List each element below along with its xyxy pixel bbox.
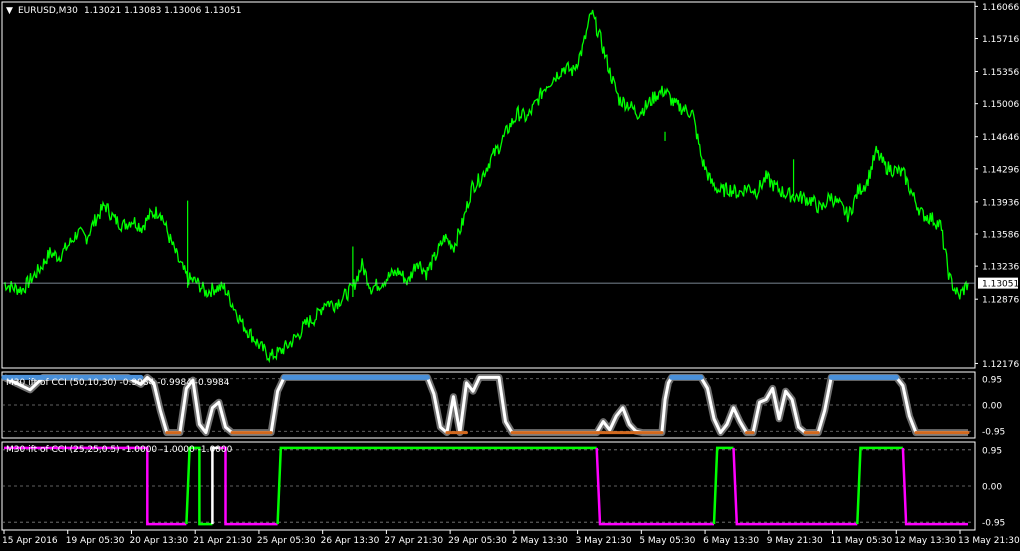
panel-frame xyxy=(1,1,976,369)
price-tick-label: 1.12876 xyxy=(982,296,1019,306)
price-tick-label: 1.12176 xyxy=(982,360,1019,370)
time-tick-label: 21 Apr 21:30 xyxy=(193,536,252,546)
time-tick-label: 6 May 13:30 xyxy=(703,536,759,546)
price-tick-label: 1.13586 xyxy=(982,231,1019,241)
symbol-label: EURUSD,M30 xyxy=(18,6,78,16)
time-tick-label: 29 Apr 05:30 xyxy=(448,536,507,546)
time-axis: 15 Apr 2016 19 Apr 05:30 20 Apr 13:30 21 Ap… xyxy=(2,530,1020,546)
time-tick-label: 15 Apr 2016 xyxy=(2,536,58,546)
indicator-2-panel[interactable] xyxy=(2,446,975,526)
indicator-tick-label: -0.95 xyxy=(982,428,1005,438)
time-tick-label: 12 May 13:30 xyxy=(894,536,956,546)
menu-arrow-icon[interactable]: ▼ xyxy=(6,6,13,16)
price-panel[interactable] xyxy=(2,9,975,364)
time-tick-label: 11 May 05:30 xyxy=(831,536,893,546)
svg-text:1.13051: 1.13051 xyxy=(982,280,1019,290)
price-axis: 1.16066 1.15716 1.15356 1.15006 1.14646 1.142… xyxy=(975,3,1019,370)
ohlc-label: 1.13021 1.13083 1.13006 1.13051 xyxy=(84,6,241,16)
time-tick-label: 13 May 21:30 xyxy=(958,536,1020,546)
price-tick-label: 1.16066 xyxy=(982,3,1019,13)
current-price-marker: 1.13051 xyxy=(978,277,1019,290)
price-tick-label: 1.13236 xyxy=(982,263,1019,273)
time-tick-label: 5 May 05:30 xyxy=(639,536,695,546)
time-tick-label: 20 Apr 13:30 xyxy=(129,536,188,546)
price-tick-label: 1.13936 xyxy=(982,198,1019,208)
price-tick-label: 1.15356 xyxy=(982,68,1019,78)
indicator-tick-label: 0.00 xyxy=(982,402,1002,412)
indicator-1-title: M30 ift of CCI (50,10,30) -0.9984 -0.998… xyxy=(6,378,230,388)
price-tick-label: 1.15716 xyxy=(982,35,1019,45)
time-tick-label: 26 Apr 13:30 xyxy=(321,536,380,546)
indicator-tick-label: 0.95 xyxy=(982,446,1002,456)
indicator-tick-label: 0.95 xyxy=(982,375,1002,385)
indicator-2-title: M30 ift of CCI (25,25,0.5) -1.0000 -1.00… xyxy=(6,445,233,455)
chart-canvas: 1.16066 1.15716 1.15356 1.15006 1.14646 1.142… xyxy=(1,1,1020,546)
price-tick-label: 1.14296 xyxy=(982,165,1019,175)
ind2-axis: 0.95 0.00 -0.95 xyxy=(982,446,1005,528)
indicator-tick-label: -0.95 xyxy=(982,519,1005,529)
indicator-2-segment xyxy=(211,446,219,525)
time-tick-label: 2 May 13:30 xyxy=(512,536,568,546)
price-tick-label: 1.15006 xyxy=(982,100,1019,110)
time-tick-label: 19 Apr 05:30 xyxy=(66,536,125,546)
indicator-tick-label: 0.00 xyxy=(982,483,1002,493)
time-tick-label: 25 Apr 05:30 xyxy=(257,536,316,546)
price-tick-label: 1.14646 xyxy=(982,133,1019,143)
price-series-line xyxy=(3,9,969,364)
time-tick-label: 9 May 21:30 xyxy=(767,536,823,546)
time-tick-label: 27 Apr 21:30 xyxy=(384,536,443,546)
ind1-axis: 0.95 0.00 -0.95 xyxy=(982,375,1005,437)
time-tick-label: 3 May 21:30 xyxy=(576,536,632,546)
